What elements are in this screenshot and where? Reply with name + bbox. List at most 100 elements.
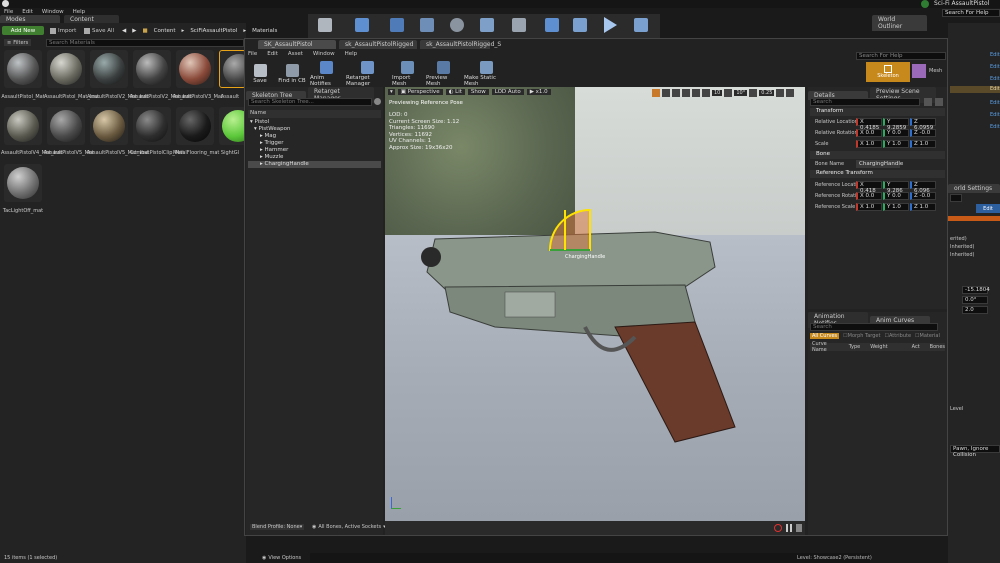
bone-section[interactable]: Bone	[810, 151, 945, 159]
world-value[interactable]: -15.1804	[962, 286, 990, 294]
make-static-mesh-button[interactable]: Make Static Mesh	[464, 61, 508, 87]
asset-thumbnail[interactable]	[176, 50, 214, 88]
edit-highlight[interactable]: Edit	[950, 86, 1000, 93]
toolbar-compile-icon[interactable]	[573, 18, 587, 32]
asset-thumbnail[interactable]	[219, 107, 254, 145]
asset-thumbnail[interactable]	[90, 50, 128, 88]
filter-attribute[interactable]: ☐Attribute	[884, 333, 911, 339]
asset-thumbnail[interactable]	[4, 107, 42, 145]
rotation-snap-value[interactable]: 10°	[734, 90, 748, 96]
view-options-button[interactable]: ◉ View Options	[262, 555, 301, 561]
toolbar-blueprints-icon[interactable]	[480, 18, 494, 32]
editor-tab[interactable]: sk_AssaultPistolRigged	[339, 40, 417, 49]
asset-thumbnail[interactable]	[133, 50, 171, 88]
world-settings-search[interactable]	[950, 194, 962, 202]
lit-button[interactable]: ◐ Lit	[445, 89, 465, 95]
toolbar-settings-icon[interactable]	[450, 18, 464, 32]
back-icon[interactable]: ◀	[122, 28, 126, 34]
edit-link[interactable]: Edit	[990, 64, 1000, 70]
grid-snap-icon[interactable]	[702, 89, 710, 97]
speed-button[interactable]: ▶ x1.0	[526, 89, 551, 95]
scale-icon[interactable]	[682, 89, 690, 97]
toolbar-cinematics-icon[interactable]	[512, 18, 526, 32]
save-all-button[interactable]: Save All	[84, 26, 114, 35]
edit-link[interactable]: Edit	[990, 100, 1000, 106]
edit-link[interactable]: Edit	[990, 76, 1000, 82]
curves-search[interactable]: Search	[810, 323, 938, 331]
rotate-icon[interactable]	[672, 89, 680, 97]
asset-thumbnail[interactable]	[90, 107, 128, 145]
grid-snap-value[interactable]: 10	[712, 90, 723, 96]
toolbar-launch-icon[interactable]	[634, 18, 648, 32]
bone-pistweapon[interactable]: ▾ PistWeapon	[254, 126, 290, 133]
skeleton-search-input[interactable]: Search Skeleton Tree...	[248, 98, 372, 106]
edit-link[interactable]: Edit	[990, 52, 1000, 58]
editor-menu-asset[interactable]: Asset	[288, 51, 303, 57]
ref-loc-z[interactable]: Z 6.096	[910, 181, 936, 194]
editor-menu-help[interactable]: Help	[345, 51, 358, 57]
ref-scale-x[interactable]: X 1.0	[856, 203, 882, 211]
toolbar-source-control-icon[interactable]	[355, 18, 369, 32]
loop-icon[interactable]	[796, 524, 802, 532]
find-in-cb-button[interactable]: Find in CB	[278, 64, 306, 84]
translate-icon[interactable]	[662, 89, 670, 97]
maximize-icon[interactable]	[786, 89, 795, 97]
ref-rot-y[interactable]: Y 0.0	[883, 192, 909, 200]
editor-search-help[interactable]: Search For Help	[856, 52, 946, 60]
scale-z-field[interactable]: Z 1.0	[910, 140, 936, 148]
bone-muzzle[interactable]: ▸ Muzzle	[260, 154, 283, 161]
toolbar-save-icon[interactable]	[318, 18, 332, 32]
reference-transform-section[interactable]: Reference Transform	[810, 170, 945, 178]
world-value[interactable]: 2.0	[962, 306, 988, 314]
world-edit-button[interactable]: Edit	[976, 204, 1000, 213]
loc-z-field[interactable]: Z 6.0959	[910, 118, 936, 131]
select-mode-icon[interactable]	[652, 89, 660, 97]
show-button[interactable]: Show	[467, 89, 489, 95]
import-button[interactable]: Import	[50, 26, 76, 35]
bone-mag[interactable]: ▸ Mag	[260, 133, 276, 140]
editor-menu-edit[interactable]: Edit	[267, 51, 278, 57]
asset-thumbnail[interactable]	[47, 107, 85, 145]
add-new-button[interactable]: Add New	[2, 26, 44, 35]
scale-y-field[interactable]: Y 1.0	[883, 140, 909, 148]
menu-help[interactable]: Help	[73, 9, 86, 15]
edit-link[interactable]: Edit	[990, 124, 1000, 130]
camera-speed-icon[interactable]	[776, 89, 785, 97]
toolbar-marketplace-icon[interactable]	[420, 18, 434, 32]
skeleton-settings-icon[interactable]	[374, 98, 381, 105]
anim-notifies-button[interactable]: Anim Notifies	[310, 61, 342, 87]
mesh-mode-button[interactable]: Mesh	[912, 64, 942, 78]
scale-snap-value[interactable]: 0.25	[759, 90, 775, 96]
skeleton-mode-button[interactable]: Skeleton	[866, 62, 910, 82]
import-mesh-button[interactable]: Import Mesh	[392, 61, 422, 87]
ref-loc-x[interactable]: X 0.418	[856, 181, 882, 194]
viewport-options-button[interactable]: ▾	[388, 89, 395, 95]
bone-trigger[interactable]: ▸ Trigger	[260, 140, 283, 147]
filter-all-curves[interactable]: All Curves	[810, 333, 840, 339]
rotation-gizmo[interactable]	[545, 205, 605, 255]
bone-pistol[interactable]: ▾ Pistol	[250, 119, 269, 126]
tab-world-outliner[interactable]: World Outliner	[872, 15, 927, 31]
breadcrumb-scifi[interactable]: SciFiAssaultPistol	[190, 28, 237, 34]
blend-profile-dropdown[interactable]: Blend Profile: None ▾	[250, 524, 305, 530]
rot-z-field[interactable]: Z -0.0	[910, 129, 936, 137]
breadcrumb-content[interactable]: Content	[154, 28, 176, 34]
bone-charginghandle-selected[interactable]: ▸ ChargingHandle	[248, 161, 381, 168]
edit-link[interactable]: Edit	[990, 112, 1000, 118]
menu-edit[interactable]: Edit	[22, 9, 33, 15]
ref-scale-z[interactable]: Z 1.0	[910, 203, 936, 211]
editor-tab-active[interactable]: SK_AssaultPistol	[258, 40, 336, 49]
ref-rot-z[interactable]: Z -0.0	[910, 192, 936, 200]
editor-menu-file[interactable]: File	[248, 51, 257, 57]
filters-button[interactable]: ≡ Filters	[4, 39, 32, 46]
viewport[interactable]: ChargingHandle Previewing Reference Pose…	[385, 87, 805, 521]
loc-x-field[interactable]: X 0.4185	[856, 118, 882, 131]
collision-dropdown[interactable]: Pawn, Ignore Collision	[950, 445, 1000, 458]
bone-hammer[interactable]: ▸ Hammer	[260, 147, 288, 154]
asset-thumbnail[interactable]	[4, 164, 42, 202]
preview-mesh-button[interactable]: Preview Mesh	[426, 61, 460, 87]
all-bones-dropdown[interactable]: ◉All Bones, Active Sockets▾	[312, 524, 386, 530]
world-value[interactable]: 0.0°	[962, 296, 988, 304]
forward-icon[interactable]: ▶	[132, 28, 136, 34]
details-search[interactable]: Search	[810, 98, 920, 106]
